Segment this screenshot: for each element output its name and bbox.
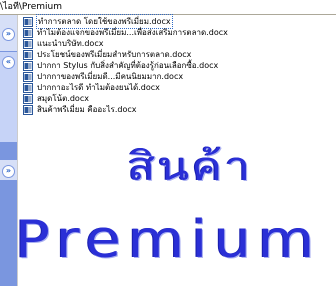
collapse-section-button-2[interactable]: » — [2, 165, 15, 178]
word-document-icon — [23, 49, 33, 60]
wordart-thai-title: สินค้า — [127, 144, 253, 190]
task-pane-section-3: » — [0, 160, 17, 180]
word-document-icon — [23, 27, 33, 38]
word-document-icon — [23, 104, 33, 115]
expand-section-button[interactable]: « — [2, 56, 15, 69]
collapse-section-button[interactable]: » — [2, 28, 15, 41]
file-item[interactable]: สินค้าพรีเมี่ยม คืออะไร.docx — [23, 104, 138, 115]
word-document-icon — [23, 60, 33, 71]
wordart-premium-title: Premium — [14, 210, 322, 270]
word-document-icon — [23, 82, 33, 93]
word-document-icon — [23, 71, 33, 82]
task-pane-section-2: « — [0, 52, 17, 142]
word-document-icon — [23, 93, 33, 104]
word-document-icon — [23, 16, 33, 27]
address-bar[interactable]: \ไอที\Premium — [0, 0, 336, 15]
address-path: \ไอที\Premium — [0, 2, 62, 12]
file-name: สินค้าพรีเมี่ยม คืออะไร.docx — [37, 105, 137, 114]
word-document-icon — [23, 38, 33, 49]
task-pane-section-1: » — [0, 15, 17, 51]
